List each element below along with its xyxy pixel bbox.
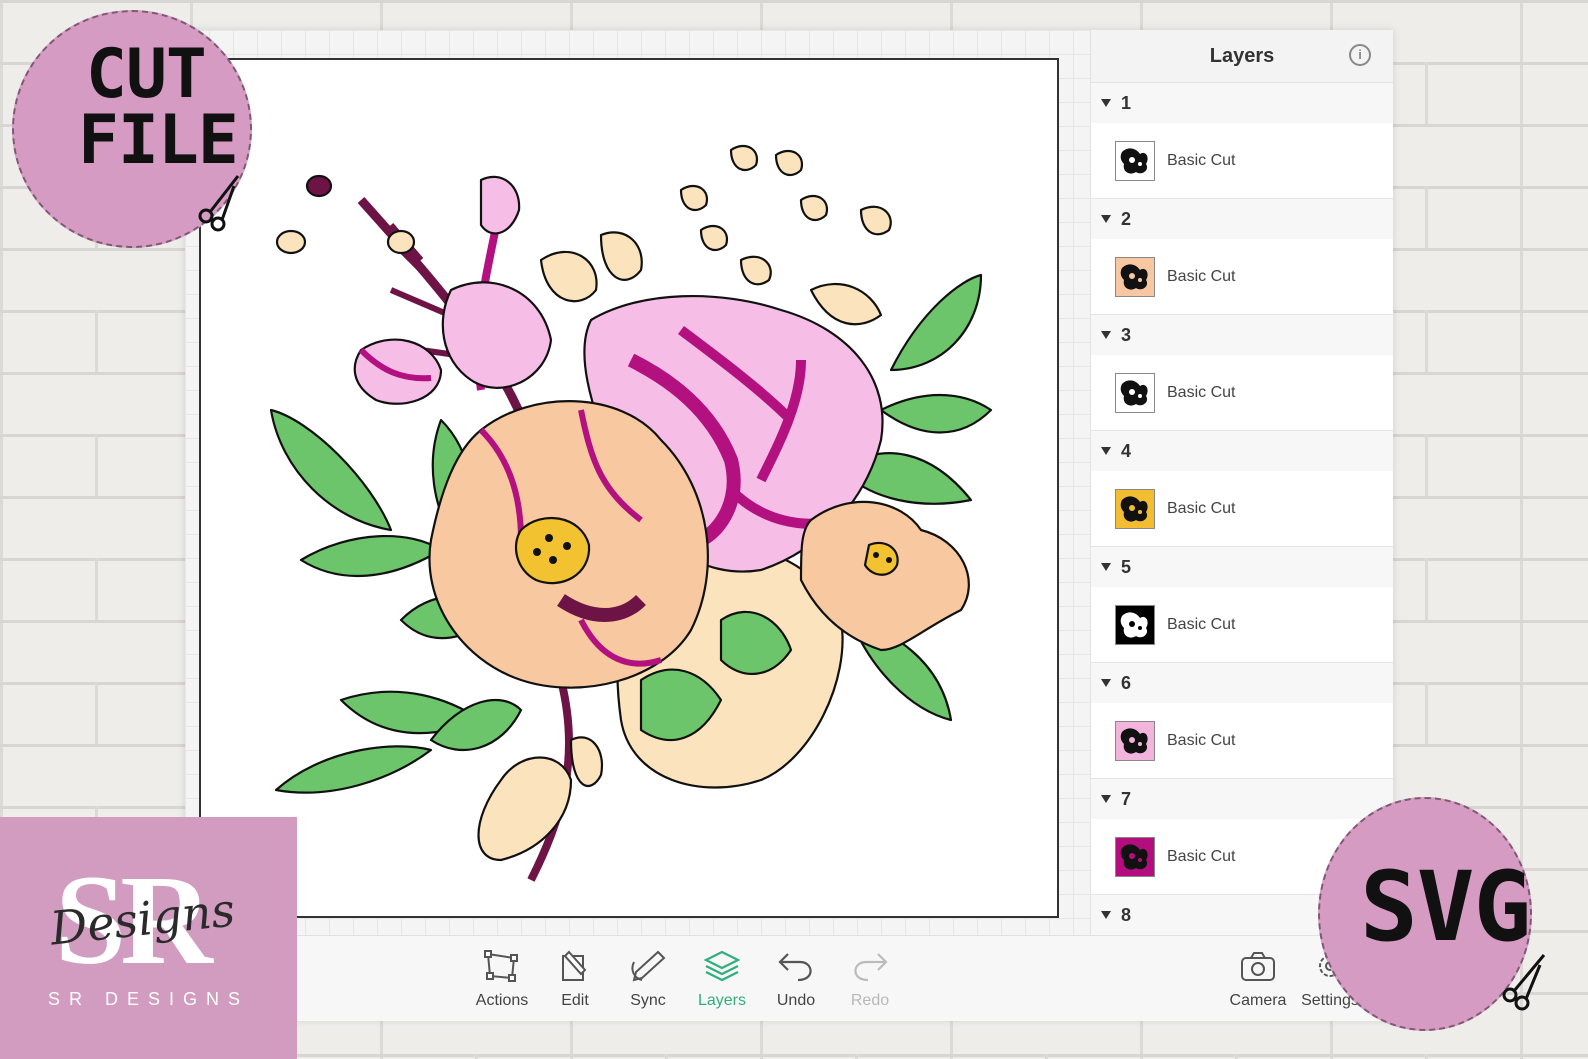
logo-name: SR DESIGNS	[47, 989, 250, 1009]
redo-button[interactable]: Redo	[835, 948, 905, 1010]
layer-group-header[interactable]: 2	[1091, 199, 1393, 239]
layer-thumbnail	[1115, 488, 1155, 529]
caret-down-icon[interactable]	[1101, 99, 1111, 107]
actions-label: Actions	[475, 992, 529, 1009]
layer-group-header[interactable]: 4	[1091, 431, 1393, 471]
layers-label: Layers	[697, 992, 747, 1009]
layer-group: 1 Basic Cut	[1091, 83, 1393, 199]
layer-group-number: 3	[1121, 324, 1132, 345]
layer-label: Basic Cut	[1167, 383, 1236, 401]
layers-panel: Layers i 1 Basic Cut 2 Basic Cut 3 Basic Cut 4…	[1090, 30, 1393, 935]
sr-designs-logo: SR Designs SR DESIGNS	[0, 817, 297, 1059]
layer-label: Basic Cut	[1167, 267, 1236, 285]
layer-label: Basic Cut	[1167, 151, 1236, 169]
layer-label: Basic Cut	[1167, 731, 1236, 749]
layer-group-number: 2	[1121, 208, 1132, 229]
sync-pen-icon	[631, 950, 666, 982]
cut-file-line1: CUT	[86, 35, 207, 114]
edit-button[interactable]: Edit	[540, 948, 610, 1010]
undo-label: Undo	[776, 992, 816, 1009]
layers-button[interactable]: Layers	[687, 948, 757, 1010]
layer-groups-list: 1 Basic Cut 2 Basic Cut 3 Basic Cut 4 Basic Cut…	[1091, 83, 1393, 935]
sync-button[interactable]: Sync	[613, 948, 683, 1010]
layers-icon	[703, 950, 741, 982]
layer-group: 4 Basic Cut	[1091, 431, 1393, 547]
info-icon[interactable]: i	[1349, 44, 1371, 66]
layer-group: 3 Basic Cut	[1091, 315, 1393, 431]
layer-row[interactable]: Basic Cut	[1091, 587, 1393, 663]
cut-file-badge: CUT FILE	[12, 10, 252, 248]
undo-icon	[778, 953, 812, 982]
layer-group-header[interactable]: 5	[1091, 547, 1393, 587]
layer-thumbnail	[1115, 140, 1155, 181]
svg-badge: SVG	[1318, 797, 1546, 1031]
actions-icon	[484, 950, 518, 982]
camera-label: Camera	[1229, 992, 1287, 1009]
cut-file-line2: FILE	[78, 101, 239, 180]
layer-row[interactable]: Basic Cut	[1091, 239, 1393, 315]
caret-down-icon[interactable]	[1101, 563, 1111, 571]
design-canvas[interactable]	[199, 58, 1059, 918]
undo-button[interactable]: Undo	[761, 948, 831, 1010]
layer-label: Basic Cut	[1167, 499, 1236, 517]
sync-label: Sync	[630, 992, 666, 1009]
edit-label: Edit	[561, 992, 589, 1009]
layer-group-number: 5	[1121, 556, 1132, 577]
layer-group-header[interactable]: 6	[1091, 663, 1393, 703]
caret-down-icon[interactable]	[1101, 911, 1111, 919]
cut-file-badge-text: CUT FILE	[78, 35, 239, 175]
camera-icon	[1241, 952, 1275, 981]
layer-group-header[interactable]: 7	[1091, 779, 1393, 819]
caret-down-icon[interactable]	[1101, 447, 1111, 455]
layer-thumbnail	[1115, 720, 1155, 761]
layer-group-number: 4	[1121, 440, 1132, 461]
layers-panel-title: Layers	[1209, 44, 1275, 67]
layer-group-number: 8	[1121, 904, 1132, 925]
layer-row[interactable]: Basic Cut	[1091, 355, 1393, 431]
svg-badge-text: SVG	[1360, 851, 1531, 963]
redo-label: Redo	[850, 992, 890, 1009]
layer-group: 5 Basic Cut	[1091, 547, 1393, 663]
caret-down-icon[interactable]	[1101, 331, 1111, 339]
layer-group-number: 1	[1121, 92, 1132, 113]
layer-group: 6 Basic Cut	[1091, 663, 1393, 779]
camera-button[interactable]: Camera	[1223, 948, 1293, 1010]
layer-row[interactable]: Basic Cut	[1091, 703, 1393, 779]
edit-icon	[562, 950, 587, 981]
layer-group: 2 Basic Cut	[1091, 199, 1393, 315]
bottom-toolbar: Actions Edit Sync Layers Undo Redo Camer…	[185, 935, 1393, 1021]
caret-down-icon[interactable]	[1101, 795, 1111, 803]
layer-thumbnail	[1115, 836, 1155, 877]
caret-down-icon[interactable]	[1101, 679, 1111, 687]
redo-icon	[854, 953, 888, 982]
layer-group-header[interactable]: 3	[1091, 315, 1393, 355]
actions-button[interactable]: Actions	[467, 948, 537, 1010]
layer-group-number: 7	[1121, 788, 1132, 809]
caret-down-icon[interactable]	[1101, 215, 1111, 223]
layer-label: Basic Cut	[1167, 615, 1236, 633]
layer-group-number: 6	[1121, 672, 1132, 693]
layer-thumbnail	[1115, 604, 1155, 645]
layer-thumbnail	[1115, 256, 1155, 297]
scissors-icon	[198, 175, 240, 232]
layer-label: Basic Cut	[1167, 847, 1236, 865]
layer-thumbnail	[1115, 372, 1155, 413]
layer-row[interactable]: Basic Cut	[1091, 471, 1393, 547]
floral-bouquet-artwork[interactable]	[201, 60, 1057, 916]
layer-row[interactable]: Basic Cut	[1091, 123, 1393, 199]
layers-panel-header: Layers i	[1091, 30, 1393, 83]
scissors-icon	[1502, 954, 1546, 1011]
layer-group-header[interactable]: 1	[1091, 83, 1393, 123]
